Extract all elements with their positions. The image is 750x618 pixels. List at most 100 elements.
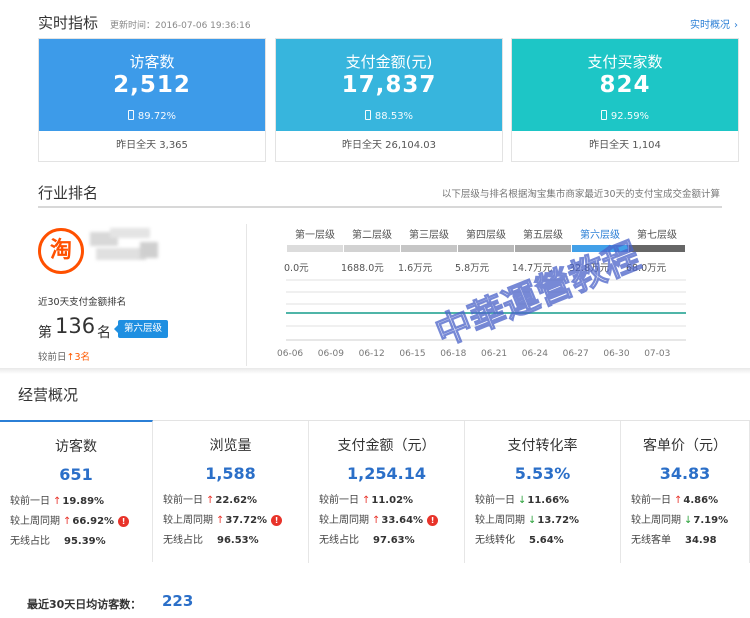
- alert-icon[interactable]: !: [427, 515, 439, 526]
- metric-row: 无线占比 96.53%: [163, 531, 259, 546]
- metric-row-label: 较上周同期: [10, 516, 60, 527]
- industry-title: 行业排名: [38, 184, 99, 202]
- kpi-label: 支付买家数: [587, 53, 663, 71]
- tier-label: 第四层级: [466, 230, 506, 241]
- kpi-card[interactable]: 支付金额(元) 17,837 88.53% 昨日全天 26,104.03: [275, 38, 503, 162]
- overview-metric-column[interactable]: 客单价（元） 34.83 较前一日 ↑4.86% 较上周同期 ↓7.19% 无线客单 34.9…: [621, 421, 750, 563]
- arrow-up-icon: ↑: [372, 515, 381, 526]
- metric-row-value: 5.64%: [529, 535, 564, 546]
- metric-row-value: 95.39%: [64, 536, 106, 547]
- kpi-ratio-value: 89.72%: [137, 111, 177, 122]
- rank-suffix: 名: [97, 325, 111, 341]
- metric-row-label: 较上周同期: [319, 515, 369, 526]
- kpi-label: 支付金额(元): [345, 53, 433, 71]
- arrow-up-icon: ↑: [216, 515, 225, 526]
- metric-row: 较前一日 ↑19.89%: [10, 492, 104, 507]
- industry-header: 行业排名 以下层级与排名根据淘宝集市商家最近30天的支付宝成交金额计算: [38, 176, 722, 208]
- arrow-down-icon: ↓: [518, 495, 527, 506]
- metric-row-value: 7.19%: [693, 515, 729, 526]
- metric-name: 客单价（元）: [643, 438, 727, 454]
- kpi-card[interactable]: 访客数 2,512 89.72% 昨日全天 3,365: [38, 38, 266, 162]
- rank-change-value: ↑3名: [66, 352, 91, 363]
- metric-row: 较前一日 ↑11.02%: [319, 491, 413, 506]
- overview-metric-column[interactable]: 访客数 651 较前一日 ↑19.89% 较上周同期 ↑66.92%! 无线占比 95.39%: [0, 420, 153, 562]
- realtime-title: 实时指标: [38, 14, 99, 32]
- metric-value: 34.83: [659, 464, 711, 483]
- x-tick-label: 06-15: [399, 349, 426, 359]
- metric-name: 支付转化率: [507, 438, 578, 454]
- metric-row-value: 97.63%: [373, 535, 415, 546]
- arrow-up-icon: ↑: [53, 496, 62, 507]
- metric-row: 较前一日 ↑4.86%: [631, 491, 718, 506]
- metric-row: 较上周同期 ↓13.72%: [475, 511, 579, 526]
- metric-value: 651: [59, 465, 93, 484]
- arrow-up-icon: ↑: [206, 495, 215, 506]
- tier-strip: [629, 245, 685, 252]
- x-tick-label: 06-09: [317, 349, 344, 359]
- realtime-overview-link-label[interactable]: 实时概况: [690, 20, 730, 31]
- tier-label: 第二层级: [352, 230, 392, 241]
- industry-note: 以下层级与排名根据淘宝集市商家最近30天的支付宝成交金额计算: [441, 189, 720, 200]
- overview-metric-column[interactable]: 支付金额（元） 1,254.14 较前一日 ↑11.02% 较上周同期 ↑33.64%! 无…: [309, 421, 465, 563]
- metric-name: 访客数: [55, 439, 97, 455]
- tier-label: 第三层级: [409, 230, 449, 241]
- arrow-up-icon: ↑: [63, 516, 72, 527]
- metric-row-label: 较上周同期: [631, 515, 681, 526]
- metric-row: 较上周同期 ↓7.19%: [631, 511, 728, 526]
- alert-icon[interactable]: !: [271, 515, 283, 526]
- kpi-ratio-value: 88.53%: [374, 111, 414, 122]
- section-shadow: [0, 368, 750, 374]
- x-tick-label: 06-24: [521, 349, 548, 359]
- overview-metrics: 访客数 651 较前一日 ↑19.89% 较上周同期 ↑66.92%! 无线占比 95.39%…: [0, 420, 750, 563]
- realtime-overview-link[interactable]: 实时概况 ›: [686, 16, 738, 31]
- kpi-yesterday: 昨日全天 3,365: [39, 131, 265, 161]
- metric-row: 无线客单 34.98: [631, 531, 717, 546]
- metric-row: 无线占比 95.39%: [10, 532, 106, 547]
- alert-icon[interactable]: !: [118, 516, 130, 527]
- kpi-mobile-ratio: 92.59%: [512, 110, 738, 122]
- tier-badge: 第六层级: [113, 320, 169, 338]
- metric-row-value: 22.62%: [215, 495, 258, 506]
- metric-row-label: 较前一日: [163, 495, 203, 506]
- kpi-yesterday: 昨日全天 26,104.03: [276, 131, 502, 161]
- metric-row-label: 无线转化: [475, 535, 515, 546]
- kpi-ratio-value: 92.59%: [610, 111, 650, 122]
- chevron-right-icon: ›: [734, 20, 738, 31]
- overview-metric-column[interactable]: 支付转化率 5.53% 较前一日 ↓11.66% 较上周同期 ↓13.72% 无线转化 5.6…: [465, 421, 621, 563]
- metric-name: 浏览量: [209, 438, 252, 454]
- metric-row-label: 无线占比: [163, 535, 203, 546]
- kpi-mobile-ratio: 89.72%: [39, 110, 265, 122]
- overview-title: 经营概况: [18, 386, 79, 404]
- tier-label: 第五层级: [523, 230, 563, 241]
- metric-row-value: 34.98: [685, 535, 717, 546]
- arrow-up-icon: ↑: [362, 495, 371, 506]
- rank-change-label: 较前日: [38, 352, 67, 363]
- metric-row: 无线占比 97.63%: [319, 531, 415, 546]
- avg-visitors-value: 223: [162, 592, 194, 610]
- metric-row-label: 无线占比: [10, 536, 50, 547]
- metric-row-value: 19.89%: [62, 496, 105, 507]
- x-tick-label: 07-03: [644, 349, 671, 359]
- x-tick-label: 06-30: [603, 349, 630, 359]
- rank-trend-chart: [286, 279, 686, 341]
- metric-row-value: 13.72%: [537, 515, 580, 526]
- tier-label: 第一层级: [295, 230, 335, 241]
- metric-row-label: 较前一日: [319, 495, 359, 506]
- kpi-label: 访客数: [129, 53, 175, 71]
- rank-change: 较前日↑3名: [38, 349, 90, 363]
- arrow-up-icon: ↑: [674, 495, 683, 506]
- mobile-phone-icon: [600, 110, 607, 120]
- metric-row-value: 37.72%: [225, 515, 268, 526]
- metric-value: 1,588: [205, 464, 256, 483]
- overview-metric-column[interactable]: 浏览量 1,588 较前一日 ↑22.62% 较上周同期 ↑37.72%! 无线占比 96.5…: [153, 421, 309, 563]
- tier-strip: [458, 245, 514, 252]
- metric-row-value: 96.53%: [217, 535, 259, 546]
- kpi-card[interactable]: 支付买家数 824 92.59% 昨日全天 1,104: [511, 38, 739, 162]
- metric-row: 较上周同期 ↑33.64%!: [319, 511, 439, 526]
- metric-row-value: 66.92%: [72, 516, 115, 527]
- tier-strip: [572, 245, 628, 252]
- kpi-value: 824: [599, 72, 651, 98]
- kpi-card-header: 支付买家数 824 92.59%: [512, 39, 738, 131]
- tier-strip: [401, 245, 457, 252]
- tier-label: 第七层级: [637, 230, 677, 241]
